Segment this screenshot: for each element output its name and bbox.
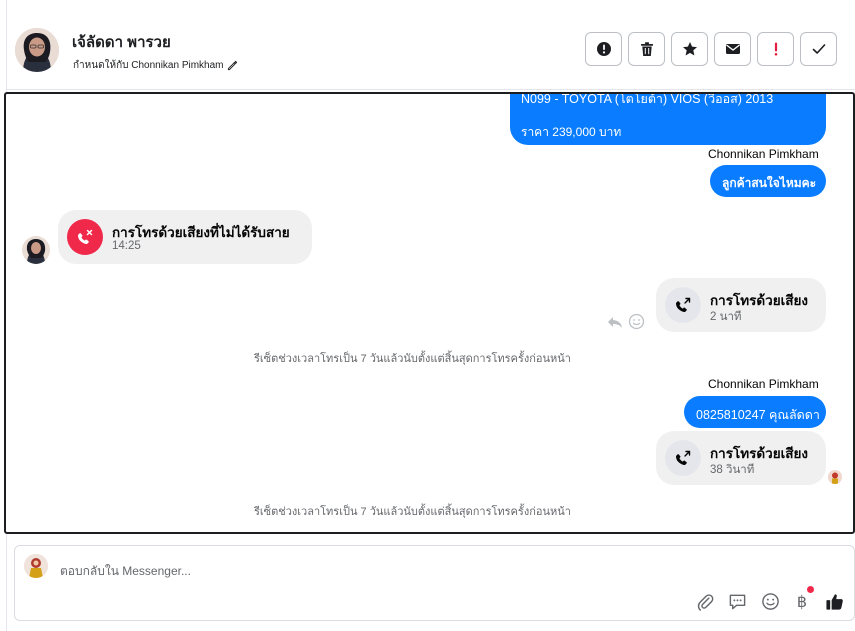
read-receipt-avatar [828, 470, 842, 484]
message-text: 0825810247 คุณลัดดา [696, 408, 820, 422]
assignee-line[interactable]: กำหนดให้กับ Chonnikan Pimkham [73, 58, 238, 73]
mark-done-button[interactable] [800, 32, 837, 66]
message-text: ลูกค้าสนใจไหมคะ [722, 176, 817, 190]
trash-icon [640, 42, 653, 56]
call-window-notice: รีเซ็ตช่วงเวลาโทรเป็น 7 วันแล้วนับตั้งแต… [254, 506, 571, 518]
outgoing-call-card[interactable]: การโทรด้วยเสียง 38 วินาที [656, 431, 826, 485]
message-thread[interactable]: N099 - TOYOTA (โตโยต้า) VIOS (วีออส) 201… [4, 92, 855, 534]
react-smiley-icon[interactable] [628, 313, 645, 330]
alert-circle-icon [596, 42, 611, 56]
delete-button[interactable] [628, 32, 665, 66]
header-divider [6, 89, 855, 90]
contact-avatar-small [22, 236, 50, 264]
envelope-icon [725, 44, 740, 54]
missed-call-icon [67, 219, 103, 255]
thumbs-up-icon [825, 593, 843, 610]
outgoing-call-icon [665, 440, 701, 476]
smiley-icon [761, 592, 779, 610]
payment-button[interactable]: ฿ [791, 590, 813, 612]
star-icon [682, 42, 697, 56]
mark-unread-button[interactable] [714, 32, 751, 66]
message-bubble[interactable]: 0825810247 คุณลัดดา [684, 396, 826, 428]
outgoing-call-duration: 38 วินาที [710, 464, 755, 476]
page-avatar [24, 554, 48, 578]
reply-composer[interactable]: ตอบกลับใน Messenger... ฿ [14, 545, 855, 621]
paperclip-icon [697, 593, 713, 611]
missed-call-card[interactable]: การโทรด้วยเสียงที่ไม่ได้รับสาย 14:25 [58, 210, 312, 264]
like-button[interactable] [823, 590, 845, 612]
message-bubble[interactable]: ลูกค้าสนใจไหมคะ [710, 165, 826, 197]
product-message-bubble[interactable]: N099 - TOYOTA (โตโยต้า) VIOS (วีออส) 201… [510, 92, 826, 145]
reply-icon[interactable] [606, 313, 624, 331]
pencil-icon[interactable] [227, 60, 238, 71]
inbox-conversation-view: เจ้ลัดดา พารวย กำหนดให้กับ Chonnikan Pim… [0, 0, 855, 631]
outgoing-call-icon [665, 287, 701, 323]
contact-avatar[interactable] [15, 28, 59, 72]
saved-replies-button[interactable] [726, 590, 748, 612]
sender-name: Chonnikan Pimkham [708, 147, 819, 161]
chat-bubble-icon [729, 594, 745, 609]
product-price-text: ราคา 239,000 บาท [521, 125, 622, 139]
check-icon [812, 44, 825, 54]
emoji-button[interactable] [759, 590, 781, 612]
assignee-label: กำหนดให้กับ Chonnikan Pimkham [73, 60, 224, 71]
spam-button[interactable] [585, 32, 622, 66]
call-window-notice: รีเซ็ตช่วงเวลาโทรเป็น 7 วันแล้วนับตั้งแต… [254, 353, 571, 365]
outgoing-call-card[interactable]: การโทรด้วยเสียง 2 นาที [656, 278, 826, 332]
exclamation-icon [774, 42, 777, 56]
missed-call-time: 14:25 [112, 240, 141, 252]
contact-name[interactable]: เจ้ลัดดา พารวย [72, 30, 171, 54]
attach-button[interactable] [694, 590, 716, 612]
notification-dot [807, 586, 814, 593]
star-button[interactable] [671, 32, 708, 66]
outgoing-call-duration: 2 นาที [710, 311, 742, 323]
baht-icon: ฿ [796, 591, 808, 611]
reply-input[interactable]: ตอบกลับใน Messenger... [60, 562, 191, 581]
follow-up-button[interactable] [757, 32, 794, 66]
sender-name: Chonnikan Pimkham [708, 377, 819, 391]
product-line-text: N099 - TOYOTA (โตโยต้า) VIOS (วีออส) 201… [521, 92, 774, 106]
